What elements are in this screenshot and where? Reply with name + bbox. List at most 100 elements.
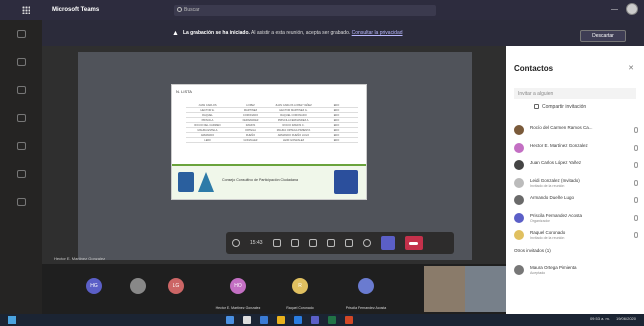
minimize-icon[interactable]: — bbox=[611, 6, 618, 13]
participant-tile[interactable]: Priscila Fernandez Acosta bbox=[338, 268, 394, 310]
tray-time[interactable]: 09:53 a. m. bbox=[590, 316, 610, 321]
rail-calendar[interactable] bbox=[0, 104, 42, 132]
contacts-panel: Contactos ✕ Invitar a alguien Compartir … bbox=[506, 46, 644, 314]
mic-icon bbox=[634, 179, 638, 186]
participants-button[interactable] bbox=[380, 236, 395, 250]
participant-list-item[interactable]: Rocío del Carmen Ramos Ca... bbox=[514, 122, 640, 140]
rail-teams[interactable] bbox=[0, 76, 42, 104]
teams-taskbar-icon[interactable] bbox=[311, 316, 319, 324]
avatar bbox=[514, 142, 524, 153]
search-input[interactable]: Buscar bbox=[174, 5, 436, 16]
avatar bbox=[514, 177, 524, 188]
slide-header: N. LISTA bbox=[176, 89, 192, 94]
search-placeholder: Buscar bbox=[184, 7, 200, 13]
call-controls: 15:43 bbox=[226, 232, 454, 254]
share-icon bbox=[534, 104, 539, 110]
edge-icon[interactable] bbox=[260, 316, 268, 324]
chat-icon[interactable] bbox=[362, 239, 371, 247]
chat-icon bbox=[16, 58, 26, 66]
rail-activity[interactable] bbox=[0, 20, 42, 48]
privacy-link[interactable]: Consultar la privacidad bbox=[352, 30, 403, 36]
title-bar: Microsoft Teams Buscar — bbox=[0, 0, 644, 20]
mic-icon bbox=[634, 232, 638, 238]
participant-list-item[interactable]: Juan Carlos López Yañez bbox=[514, 157, 640, 175]
files-icon bbox=[16, 170, 26, 178]
recording-title: La grabación se ha iniciado. bbox=[182, 30, 250, 36]
excel-icon[interactable] bbox=[328, 316, 336, 324]
rail-files[interactable] bbox=[0, 160, 42, 188]
slide-footer: Consejo Consultivo de Participación Ciud… bbox=[172, 164, 366, 199]
rail-more[interactable] bbox=[0, 188, 42, 216]
profile-avatar[interactable] bbox=[626, 3, 638, 15]
others-label: Otros invitados (1) bbox=[514, 247, 551, 253]
share-invite-label: Compartir invitación bbox=[542, 104, 587, 110]
participant-tile[interactable]: HO Hector E. Martinez Gonzalez bbox=[210, 268, 266, 310]
partner-logo bbox=[334, 170, 358, 194]
tray-date[interactable]: 19/06/2020 bbox=[616, 316, 636, 321]
participant-name: Hector E. Martinez Gonzalez bbox=[215, 306, 261, 310]
participant-list-item[interactable]: Raquel Coronado Invitado de la reunión bbox=[514, 227, 640, 245]
app-grid-icon[interactable] bbox=[22, 6, 30, 14]
avatar bbox=[514, 230, 524, 240]
participant-list-name: Priscila Fernandez Acosta bbox=[530, 212, 583, 218]
slide-table-cell: LEIDI GONZALEZ bbox=[272, 138, 315, 143]
close-icon[interactable]: ✕ bbox=[628, 64, 634, 72]
participant-list-role: Aceptado bbox=[530, 271, 546, 275]
explorer-icon[interactable] bbox=[277, 316, 285, 324]
rail-calls[interactable] bbox=[0, 132, 42, 160]
taskbar-apps bbox=[226, 316, 353, 324]
search-taskbar-icon[interactable] bbox=[226, 316, 234, 324]
recording-message: La grabación se ha iniciado. Al asistir … bbox=[183, 30, 403, 36]
slide-table: JUAN CARLOS LOPEZ JUAN CARLOS LOPEZ YAÑEZ E… bbox=[186, 103, 358, 143]
mic-icon bbox=[634, 127, 638, 133]
participant-list-name: Rocío del Carmen Ramos Ca... bbox=[530, 125, 593, 130]
camera-icon[interactable] bbox=[272, 239, 281, 247]
panel-title: Contactos bbox=[514, 64, 554, 73]
slide-table-row: LEIDI GONZALEZ LEIDI GONZALEZ EDO bbox=[186, 138, 358, 143]
leave-call-button[interactable] bbox=[404, 236, 423, 250]
recording-banner: ▲ La grabación se ha iniciado. Al asisti… bbox=[42, 20, 506, 46]
calls-icon bbox=[16, 142, 26, 150]
participant-list-item[interactable]: Leidi Gonzalez (Invitado) Invitado de la … bbox=[514, 175, 640, 193]
share-invite-button[interactable]: Compartir invitación bbox=[534, 104, 586, 110]
participant-list-role: Invitado de la reunión bbox=[530, 183, 565, 188]
recording-text: Al asistir a esta reunión, acepta ser gr… bbox=[251, 30, 351, 36]
participant-tile[interactable]: R Raquel Coronado bbox=[272, 268, 328, 310]
participant-list-item[interactable]: Armando Dueñe Lugo bbox=[514, 192, 640, 210]
teams-icon bbox=[16, 86, 26, 94]
participant-list-role: Invitado de la reunión bbox=[530, 236, 565, 240]
slide-table-cell: LEIDI bbox=[186, 138, 229, 143]
participant-tile[interactable]: LG bbox=[148, 268, 204, 310]
dismiss-button[interactable]: Descartar bbox=[580, 30, 626, 42]
mail-icon[interactable] bbox=[294, 316, 302, 324]
calendar-icon bbox=[16, 114, 26, 122]
video-tile bbox=[424, 266, 506, 312]
video-participant-left bbox=[424, 266, 465, 312]
powerpoint-icon[interactable] bbox=[345, 316, 353, 324]
share-screen-icon[interactable] bbox=[308, 239, 317, 247]
window-controls: — bbox=[611, 3, 638, 15]
microphone-icon[interactable] bbox=[290, 239, 299, 247]
participant-name: Priscila Fernandez Acosta bbox=[345, 306, 387, 310]
more-actions-icon[interactable] bbox=[326, 239, 335, 247]
participant-avatar: R bbox=[292, 278, 308, 294]
warning-icon: ▲ bbox=[172, 29, 179, 37]
participant-list-item[interactable]: Maura Ortega Pimienta Aceptado bbox=[514, 262, 640, 280]
participant-list-item[interactable]: Hector E. Martínez Gonzalez bbox=[514, 140, 640, 158]
activity-icon bbox=[16, 30, 26, 38]
app-title: Microsoft Teams bbox=[52, 7, 100, 13]
participant-list-item[interactable]: Priscila Fernandez Acosta Organizador bbox=[514, 210, 640, 228]
rail-chat[interactable] bbox=[0, 48, 42, 76]
institution-logo bbox=[198, 172, 214, 192]
recording-icon bbox=[232, 239, 240, 247]
taskview-icon[interactable] bbox=[243, 316, 251, 324]
raise-hand-icon[interactable] bbox=[344, 239, 353, 247]
participant-list-name: Leidi Gonzalez (Invitado) bbox=[530, 177, 580, 183]
others-section-label[interactable]: Otros invitados (1) bbox=[514, 245, 640, 263]
video-participant-right bbox=[465, 266, 506, 312]
participant-name: Raquel Coronado bbox=[286, 306, 314, 310]
participant-list-role: Organizador bbox=[530, 218, 550, 223]
windows-start-icon[interactable] bbox=[8, 316, 16, 324]
invite-input[interactable]: Invitar a alguien bbox=[514, 88, 636, 99]
avatar bbox=[514, 265, 524, 275]
